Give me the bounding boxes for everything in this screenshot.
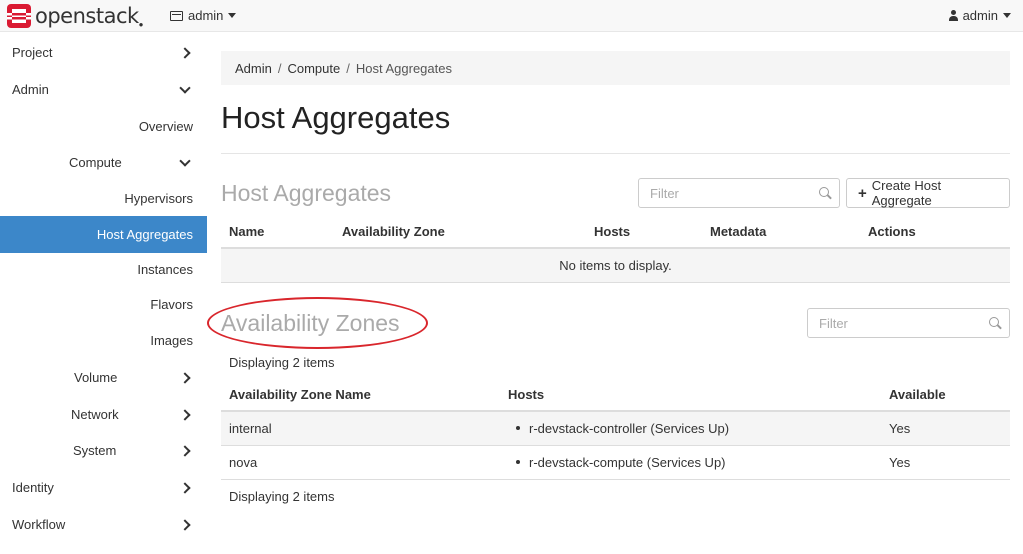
sidebar-item-images[interactable]: Images [0, 323, 207, 358]
column-header-availability-zone[interactable]: Availability Zone [334, 215, 594, 249]
breadcrumb-current: Host Aggregates [355, 60, 452, 76]
column-header-hosts[interactable]: Hosts [594, 215, 710, 249]
sidebar-item-hypervisors[interactable]: Hypervisors [0, 181, 207, 216]
chevron-down-icon [179, 81, 191, 94]
table-row: nova r-devstack-compute (Services Up) Ye… [221, 445, 1010, 480]
zone-hosts-cell: r-devstack-compute (Services Up) [500, 445, 881, 480]
bullet-icon [516, 426, 520, 431]
host-aggregates-section-title: Host Aggregates [221, 180, 392, 206]
chevron-right-icon [179, 481, 191, 494]
sidebar-item-identity[interactable]: Identity [0, 470, 207, 505]
availability-zones-section-title: Availability Zones [221, 310, 400, 336]
footer-item-count: Displaying 2 items [229, 489, 335, 504]
sidebar-item-label: System [73, 443, 117, 458]
host-aggregates-filter-input[interactable] [639, 179, 839, 207]
host-entry: r-devstack-compute (Services Up) [529, 454, 726, 470]
column-header-zone-name[interactable]: Availability Zone Name [221, 378, 500, 412]
host-aggregates-table: Name Availability Zone Hosts Metadata Ac… [221, 215, 1010, 283]
sidebar-item-overview[interactable]: Overview [0, 109, 207, 144]
sidebar-item-label: Admin [12, 82, 49, 97]
column-header-metadata[interactable]: Metadata [710, 215, 868, 249]
zone-name-cell: internal [221, 411, 500, 446]
host-aggregates-filter[interactable] [638, 178, 840, 208]
caret-down-icon [1003, 13, 1011, 18]
brand-name: openstack [35, 4, 139, 28]
caret-down-icon [228, 13, 237, 18]
column-header-hosts: Hosts [500, 378, 881, 412]
divider [221, 153, 1010, 154]
table-header-row: Name Availability Zone Hosts Metadata Ac… [221, 215, 1010, 249]
sidebar-item-admin[interactable]: Admin [0, 72, 207, 107]
zone-name-cell: nova [221, 445, 500, 480]
breadcrumb: Admin / Compute / Host Aggregates [221, 51, 1010, 85]
availability-zones-table: Availability Zone Name Hosts Available i… [221, 378, 1010, 480]
sidebar-item-volume[interactable]: Volume [0, 360, 207, 395]
zone-available-cell: Yes [881, 411, 1010, 446]
table-row: No items to display. [221, 248, 1010, 283]
openstack-logo-icon [7, 4, 31, 28]
zone-available-cell: Yes [881, 445, 1010, 480]
breadcrumb-item[interactable]: Compute [287, 61, 340, 76]
sidebar-item-compute[interactable]: Compute [0, 145, 207, 180]
sidebar-item-label: Flavors [150, 297, 193, 312]
project-selector[interactable]: admin [170, 8, 237, 23]
sidebar-item-label: Host Aggregates [96, 227, 193, 242]
breadcrumb-separator: / [346, 60, 350, 76]
project-name: admin [188, 8, 224, 23]
sidebar: Project Admin Overview Compute Hyperviso… [0, 33, 207, 554]
column-header-actions: Actions [868, 215, 1010, 249]
user-menu[interactable]: admin [948, 8, 1011, 23]
user-icon [948, 10, 958, 21]
availability-zones-filter-input[interactable] [808, 309, 1009, 337]
sidebar-item-project[interactable]: Project [0, 35, 207, 70]
sidebar-item-system[interactable]: System [0, 433, 207, 468]
chevron-right-icon [179, 518, 191, 531]
brand-dot: ● [138, 19, 144, 29]
page-title: Host Aggregates [221, 100, 451, 135]
sidebar-item-instances[interactable]: Instances [0, 252, 207, 287]
column-header-name[interactable]: Name [221, 215, 334, 249]
create-host-aggregate-button[interactable]: + Create Host Aggregate [846, 178, 1010, 208]
breadcrumb-separator: / [277, 60, 282, 76]
sidebar-item-network[interactable]: Network [0, 397, 207, 432]
chevron-down-icon [179, 154, 191, 167]
plus-icon: + [858, 184, 867, 202]
sidebar-item-label: Images [150, 333, 193, 348]
search-icon[interactable] [989, 317, 999, 327]
chevron-right-icon [179, 371, 191, 384]
sidebar-item-label: Identity [12, 480, 54, 495]
sidebar-item-label: Workflow [12, 517, 66, 532]
user-name: admin [962, 8, 998, 23]
chevron-right-icon [179, 444, 191, 457]
sidebar-item-label: Project [12, 45, 53, 60]
host-entry: r-devstack-controller (Services Up) [529, 420, 730, 436]
sidebar-item-flavors[interactable]: Flavors [0, 287, 207, 322]
sidebar-item-label: Hypervisors [124, 191, 193, 206]
sidebar-item-label: Compute [69, 155, 122, 170]
chevron-right-icon [179, 408, 191, 421]
search-icon[interactable] [819, 187, 829, 197]
sidebar-item-label: Instances [137, 262, 193, 277]
create-host-aggregate-label: Create Host Aggregate [871, 178, 942, 208]
project-icon [170, 10, 183, 21]
zone-hosts-cell: r-devstack-controller (Services Up) [500, 411, 881, 446]
sidebar-item-label: Volume [74, 370, 118, 385]
item-count: Displaying 2 items [229, 355, 335, 370]
table-row: internal r-devstack-controller (Services… [221, 411, 1010, 446]
column-header-available[interactable]: Available [881, 378, 1010, 412]
table-header-row: Availability Zone Name Hosts Available [221, 378, 1010, 412]
sidebar-item-host-aggregates[interactable]: Host Aggregates [0, 216, 207, 253]
sidebar-item-workflow[interactable]: Workflow [0, 507, 207, 542]
top-navbar: openstack ● admin admin [0, 0, 1023, 32]
sidebar-item-label: Network [71, 407, 119, 422]
sidebar-item-label: Overview [138, 119, 193, 134]
empty-message: No items to display. [221, 248, 1010, 283]
bullet-icon [516, 460, 520, 464]
availability-zones-filter[interactable] [807, 308, 1010, 338]
breadcrumb-item[interactable]: Admin [235, 61, 272, 76]
openstack-logo[interactable]: openstack ● [6, 3, 144, 29]
chevron-right-icon [179, 46, 191, 59]
